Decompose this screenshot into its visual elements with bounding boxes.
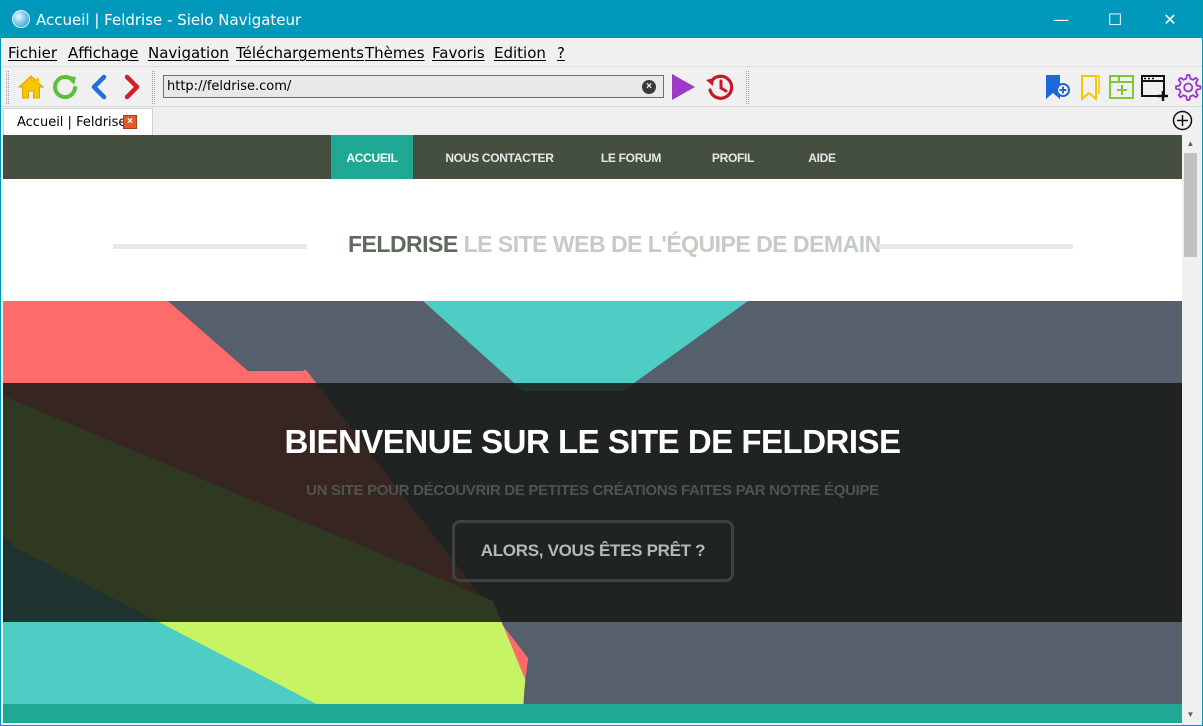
title-divider-left	[113, 244, 307, 249]
menu-telechargements[interactable]: Téléchargements	[236, 44, 364, 62]
back-icon[interactable]	[84, 72, 114, 102]
menu-bar: Fichier Affichage Navigation Téléchargem…	[1, 38, 1202, 66]
menu-help[interactable]: ?	[557, 44, 565, 62]
scroll-down-icon[interactable]: ▼	[1182, 706, 1199, 723]
menu-edition[interactable]: Edition	[494, 44, 546, 62]
nav-nous-contacter[interactable]: NOUS CONTACTER	[437, 135, 562, 179]
nav-le-forum[interactable]: LE FORUM	[587, 135, 675, 179]
site-tagline: LE SITE WEB DE L'ÉQUIPE DE DEMAIN	[457, 231, 882, 257]
menu-navigation[interactable]: Navigation	[148, 44, 229, 62]
title-divider-right	[878, 244, 1073, 249]
forward-icon[interactable]	[117, 72, 147, 102]
history-icon[interactable]	[705, 72, 735, 102]
bookmarks-icon[interactable]	[1075, 72, 1105, 102]
site-navigation: ACCUEIL NOUS CONTACTER LE FORUM PROFIL A…	[3, 135, 1182, 182]
app-globe-icon	[12, 10, 30, 28]
tab-close-icon[interactable]: ×	[123, 115, 137, 129]
tab-bar: Accueil | Feldrise ×	[1, 107, 1202, 135]
browser-window: Accueil | Feldrise - Sielo Navigateur — …	[0, 0, 1203, 726]
toolbar-grip[interactable]	[152, 71, 155, 104]
title-bar: Accueil | Feldrise - Sielo Navigateur — …	[1, 1, 1202, 38]
site-title: FELDRISE LE SITE WEB DE L'ÉQUIPE DE DEMA…	[348, 231, 881, 258]
menu-themes[interactable]: Thèmes	[365, 44, 425, 62]
close-button[interactable]: ✕	[1147, 1, 1193, 38]
toolbar-grip[interactable]	[746, 71, 749, 104]
menu-fichier[interactable]: Fichier	[8, 44, 57, 62]
new-tab-panel-icon[interactable]	[1107, 72, 1137, 102]
scroll-thumb[interactable]	[1184, 153, 1197, 257]
hero-banner: BIENVENUE SUR LE SITE DE FELDRISE UN SIT…	[3, 301, 1182, 723]
window-title: Accueil | Feldrise - Sielo Navigateur	[36, 11, 302, 29]
hero-bottom-bar	[3, 704, 1182, 723]
nav-accueil[interactable]: ACCUEIL	[331, 135, 413, 182]
add-bookmark-icon[interactable]	[1042, 72, 1072, 102]
maximize-button[interactable]: ☐	[1092, 1, 1138, 38]
reload-icon[interactable]	[50, 72, 80, 102]
site-name: FELDRISE	[348, 231, 458, 257]
vertical-scrollbar[interactable]: ▲ ▼	[1182, 135, 1199, 723]
minimize-button[interactable]: —	[1038, 1, 1084, 38]
scroll-up-icon[interactable]: ▲	[1182, 135, 1199, 152]
nav-aide[interactable]: AIDE	[796, 135, 848, 179]
menu-affichage[interactable]: Affichage	[68, 44, 138, 62]
site-header: FELDRISE LE SITE WEB DE L'ÉQUIPE DE DEMA…	[3, 179, 1182, 301]
navigation-toolbar: http://feldrise.com/ ×	[1, 66, 1202, 107]
menu-favoris[interactable]: Favoris	[432, 44, 485, 62]
address-bar[interactable]: http://feldrise.com/	[163, 75, 664, 98]
go-icon[interactable]	[668, 72, 698, 102]
nav-profil[interactable]: PROFIL	[703, 135, 763, 179]
toolbar-grip[interactable]	[6, 71, 9, 104]
hero-cta-button[interactable]: ALORS, VOUS ÊTES PRÊT ?	[452, 520, 734, 582]
settings-icon[interactable]	[1172, 72, 1202, 102]
tab-label: Accueil | Feldrise	[17, 115, 127, 130]
hero-overlay: BIENVENUE SUR LE SITE DE FELDRISE UN SIT…	[3, 383, 1182, 622]
clear-url-icon[interactable]: ×	[642, 80, 656, 94]
new-tab-icon[interactable]	[1172, 110, 1193, 131]
hero-title: BIENVENUE SUR LE SITE DE FELDRISE	[284, 423, 901, 460]
web-content[interactable]: ACCUEIL NOUS CONTACTER LE FORUM PROFIL A…	[3, 135, 1182, 723]
hero-subtitle: UN SITE POUR DÉCOUVRIR DE PETITES CRÉATI…	[306, 482, 879, 499]
tab-accueil[interactable]: Accueil | Feldrise ×	[3, 108, 153, 135]
home-icon[interactable]	[16, 72, 46, 102]
new-window-icon[interactable]	[1140, 72, 1170, 102]
